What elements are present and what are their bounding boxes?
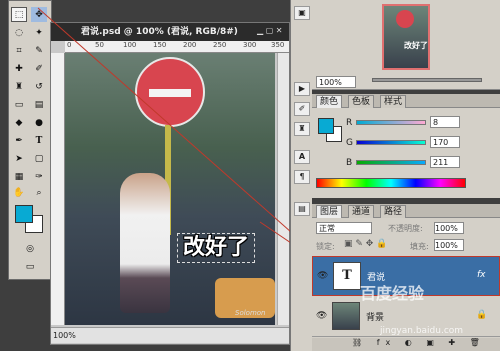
marquee-tool-icon[interactable]: ⬚ [11,7,27,22]
thumb-sign [396,10,414,28]
lasso-tool-icon[interactable]: ◌ [11,25,27,40]
tab-styles[interactable]: 样式 [380,95,407,108]
navigator-thumbnail[interactable]: 改好了 [382,4,430,70]
status-bar: 100% [51,327,289,343]
layers-footer-toolbar[interactable]: ⛓ fx ◐ ▣ ✚ 🗑 [312,338,500,351]
image-canvas[interactable]: 改好了 Solomon [65,53,275,325]
ruler-mark: 50 [95,41,104,49]
shape-tool-icon[interactable]: ▢ [31,151,47,166]
foreground-color-swatch[interactable] [15,205,33,223]
blur-tool-icon[interactable]: ◆ [11,115,27,130]
hand-tool-icon[interactable]: ✋ [11,185,27,200]
dock-clone-icon[interactable]: ♜ [294,122,310,136]
panel-dock-strip: ▣ ▶ ✐ ♜ A ¶ ▤ [290,0,312,351]
g-label: G [346,138,353,148]
g-value[interactable]: 170 [430,136,460,148]
vertical-scrollbar[interactable] [277,53,289,325]
color-foreground-swatch[interactable] [318,118,334,134]
dock-layer-comps-icon[interactable]: ▤ [294,202,310,216]
lock-icons[interactable]: ▣ ✎ ✥ 🔒 [344,239,387,249]
eyedropper-tool-icon[interactable]: ✑ [31,169,47,184]
zoom-tool-icon[interactable]: ⌕ [31,185,47,200]
fill-label: 填充: [410,242,429,251]
dock-character-icon[interactable]: A [294,150,310,164]
zoom-readout[interactable]: 100% [53,331,76,340]
clone-stamp-tool-icon[interactable]: ♜ [11,79,27,94]
blend-mode-select[interactable]: 正常 [316,222,372,234]
girl-figure [120,173,170,313]
b-value[interactable]: 211 [430,156,460,168]
slice-tool-icon[interactable]: ✎ [31,43,47,58]
notes-tool-icon[interactable]: ▦ [11,169,27,184]
text-layer-thumbnail-icon: T [333,262,361,290]
opacity-label: 不透明度: [388,224,423,233]
dock-history-icon[interactable]: ▣ [294,6,310,20]
fill-field[interactable]: 100% [434,239,464,251]
vertical-ruler [51,53,65,325]
stop-sign-bar [149,89,191,97]
thumb-text: 改好了 [404,41,428,50]
path-selection-tool-icon[interactable]: ➤ [11,151,27,166]
history-brush-tool-icon[interactable]: ↺ [31,79,47,94]
move-tool-icon[interactable]: ✥ [31,7,47,22]
magic-wand-tool-icon[interactable]: ✦ [31,25,47,40]
healing-brush-tool-icon[interactable]: ✚ [11,61,27,76]
watermark-url: jingyan.baidu.com [380,326,464,336]
ruler-mark: 200 [183,41,197,49]
navigator-panel: 改好了 100% [312,0,500,90]
canvas-text-layer[interactable]: 改好了 [177,233,255,263]
type-tool-icon[interactable]: T [31,133,47,148]
r-slider[interactable] [356,120,426,125]
image-layer-thumbnail [332,302,360,330]
crop-tool-icon[interactable]: ⌗ [11,43,27,58]
dock-actions-icon[interactable]: ▶ [294,82,310,96]
dock-paragraph-icon[interactable]: ¶ [294,170,310,184]
navigator-zoom-slider[interactable] [372,78,482,82]
color-panel: 颜色 色板 样式 R 8 G 170 B 211 [312,94,500,198]
opacity-field[interactable]: 100% [434,222,464,234]
document-title[interactable]: 君说.psd @ 100% (君说, RGB/8#) [51,23,289,41]
layers-panel-tabs: 图层 通道 路径 [312,204,500,218]
color-spectrum-bar[interactable] [316,178,466,188]
eye-icon[interactable]: 👁 [317,271,328,281]
color-panel-tabs: 颜色 色板 样式 [312,94,500,108]
horizontal-ruler: 0 50 100 150 200 250 300 350 [65,41,289,53]
pen-tool-icon[interactable]: ✒ [11,133,27,148]
eye-icon[interactable]: 👁 [316,311,327,321]
b-slider[interactable] [356,160,426,165]
navigator-zoom-field[interactable]: 100% [316,76,356,88]
ruler-mark: 100 [123,41,137,49]
tab-paths[interactable]: 路径 [380,205,407,218]
ruler-mark: 150 [153,41,167,49]
layer-name: 背景 [366,313,385,323]
g-slider[interactable] [356,140,426,145]
eraser-tool-icon[interactable]: ▭ [11,97,27,112]
dock-brush-icon[interactable]: ✐ [294,102,310,116]
document-window: 君说.psd @ 100% (君说, RGB/8#) ▁ ▢ ✕ 0 50 10… [50,22,290,345]
gradient-tool-icon[interactable]: ▤ [31,97,47,112]
ruler-mark: 0 [67,41,72,49]
r-label: R [346,118,353,128]
r-value[interactable]: 8 [430,116,460,128]
layer-fx-badge[interactable]: fx [477,270,486,280]
photographer-signature: Solomon [235,309,266,317]
quick-mask-icon[interactable]: ◎ [19,241,41,256]
ruler-mark: 300 [243,41,257,49]
window-controls[interactable]: ▁ ▢ ✕ [257,26,287,38]
tab-swatches[interactable]: 色板 [348,95,375,108]
brush-tool-icon[interactable]: ✐ [31,61,47,76]
dodge-tool-icon[interactable]: ● [31,115,47,130]
lock-label: 锁定: [316,242,335,251]
tab-layers[interactable]: 图层 [316,205,343,218]
toolbox: ⬚ ✥ ◌ ✦ ⌗ ✎ ✚ ✐ ♜ ↺ ▭ ▤ ◆ ● ✒ T ➤ ▢ ▦ ✑ … [8,0,52,280]
b-label: B [346,158,353,168]
ruler-mark: 350 [271,41,285,49]
ruler-mark: 250 [213,41,227,49]
tab-channels[interactable]: 通道 [348,205,375,218]
tab-color[interactable]: 颜色 [316,95,343,108]
screen-mode-icon[interactable]: ▭ [19,259,41,274]
watermark-site: 百度经验 [360,284,425,303]
lock-icon: 🔒 [476,310,488,320]
